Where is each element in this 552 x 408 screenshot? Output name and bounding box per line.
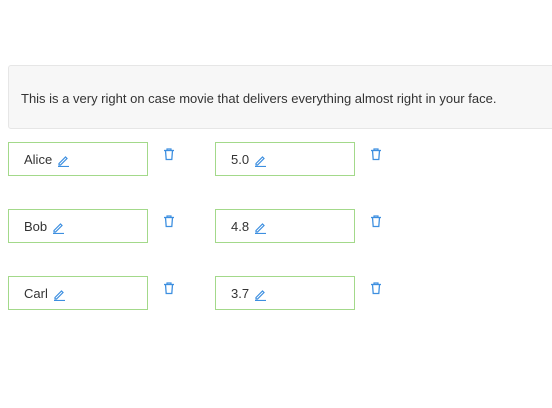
pencil-icon[interactable] <box>53 288 66 301</box>
delete-name-trash-icon[interactable] <box>162 147 176 163</box>
name-cell: Carl <box>8 276 148 310</box>
table-row: Carl 3.7 <box>0 276 552 310</box>
name-label: Alice <box>24 151 53 167</box>
pencil-icon[interactable] <box>254 154 267 167</box>
delete-name-trash-icon[interactable] <box>162 281 176 297</box>
pencil-icon[interactable] <box>57 154 70 167</box>
score-label: 4.8 <box>231 218 250 234</box>
review-box: This is a very right on case movie that … <box>8 65 552 129</box>
name-cell: Alice <box>8 142 148 176</box>
score-label: 5.0 <box>231 151 250 167</box>
table-row: Bob 4.8 <box>0 209 552 243</box>
pencil-icon[interactable] <box>52 221 65 234</box>
score-label: 3.7 <box>231 285 250 301</box>
review-text: This is a very right on case movie that … <box>21 91 497 106</box>
delete-score-trash-icon[interactable] <box>369 281 383 297</box>
table-row: Alice 5.0 <box>0 142 552 176</box>
score-cell: 5.0 <box>215 142 355 176</box>
pencil-icon[interactable] <box>254 221 267 234</box>
name-cell: Bob <box>8 209 148 243</box>
delete-name-trash-icon[interactable] <box>162 214 176 230</box>
name-label: Carl <box>24 285 48 301</box>
name-label: Bob <box>24 218 48 234</box>
pencil-icon[interactable] <box>254 288 267 301</box>
score-cell: 4.8 <box>215 209 355 243</box>
score-cell: 3.7 <box>215 276 355 310</box>
delete-score-trash-icon[interactable] <box>369 214 383 230</box>
delete-score-trash-icon[interactable] <box>369 147 383 163</box>
